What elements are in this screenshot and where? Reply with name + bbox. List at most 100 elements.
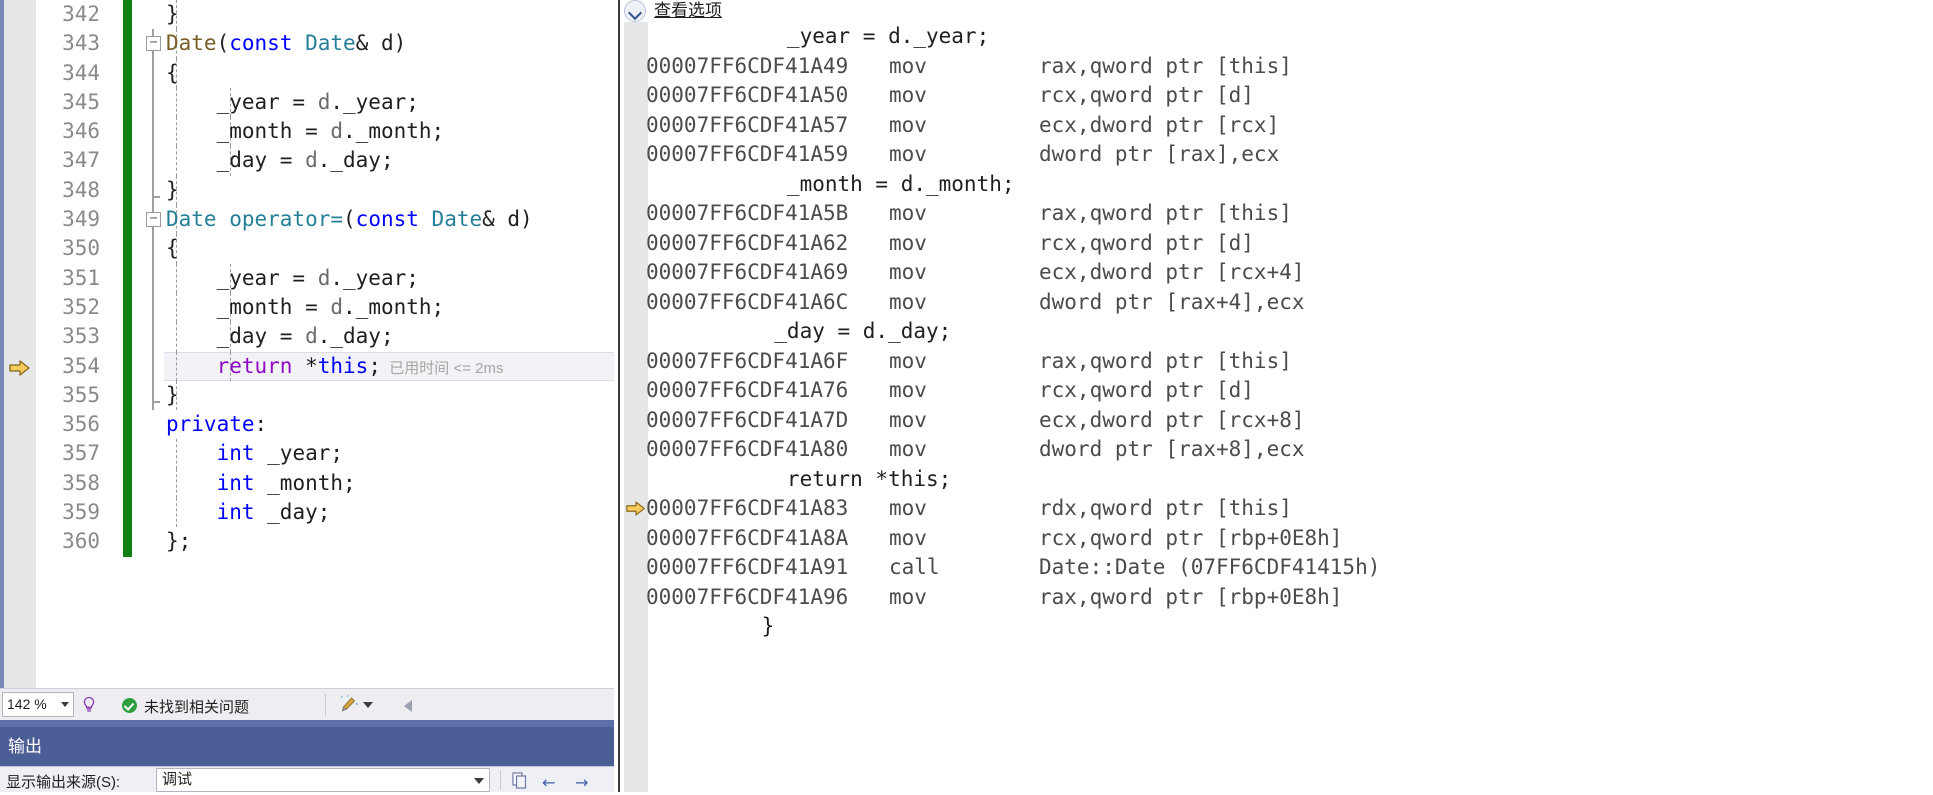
code-text: Date operator=(const Date& d) (166, 207, 533, 232)
splitter-line (618, 0, 620, 792)
code-line[interactable]: 353 _day = d._day; (0, 322, 614, 352)
line-number: 357 (62, 441, 100, 466)
code-line[interactable]: 357 int _year; (0, 439, 614, 469)
output-source-combo[interactable]: 调试 (156, 768, 490, 792)
code-line[interactable]: 352 _month = d._month; (0, 292, 614, 323)
vertical-splitter[interactable] (614, 0, 624, 792)
disassembly-instruction-row[interactable]: 00007FF6CDF41A69 mov ecx,dword ptr [rcx+4] (624, 258, 1933, 288)
output-panel-toolbar[interactable]: 显示输出来源(S): 调试 ← → (0, 766, 614, 792)
instruction-address: 00007FF6CDF41A69 (646, 260, 849, 284)
disassembly-instruction-row[interactable]: 00007FF6CDF41A62 mov rcx,qword ptr [d] (624, 229, 1933, 259)
outlining-collapse-icon[interactable]: − (146, 212, 161, 228)
disassembly-instruction-row[interactable]: 00007FF6CDF41A80 mov dword ptr [rax+8],ecx (624, 435, 1933, 465)
code-line[interactable]: 350 { (0, 234, 614, 264)
code-line[interactable]: 356 private: (0, 410, 614, 440)
disassembly-instruction-row[interactable]: 00007FF6CDF41A7D mov ecx,dword ptr [rcx+8] (624, 406, 1933, 436)
code-line[interactable]: 360}; (0, 527, 614, 557)
instruction-address: 00007FF6CDF41A6F (646, 348, 849, 373)
chevron-left-icon[interactable] (404, 700, 412, 712)
instruction-address: 00007FF6CDF41A6C (646, 289, 849, 314)
disassembly-instruction-row[interactable]: 00007FF6CDF41A91 call Date::Date (07FF6CDF… (624, 553, 1933, 583)
change-indicator-bar (123, 498, 132, 528)
disassembly-instruction-row[interactable]: 00007FF6CDF41A83 mov rdx,qword ptr [this] (624, 494, 1933, 524)
code-text: } (166, 2, 179, 26)
code-text: _day = d._day; (166, 148, 394, 173)
code-line[interactable]: 343 − Date(const Date& d) (0, 29, 614, 59)
disassembly-instruction-row[interactable]: 00007FF6CDF41A76 mov rcx,qword ptr [d] (624, 376, 1933, 406)
outlining-rail (152, 322, 154, 352)
line-number: 350 (62, 236, 100, 261)
zoom-level-combo[interactable]: 142 % (2, 692, 74, 717)
disassembly-source-line[interactable]: _month = d._month; (624, 170, 1933, 200)
chevron-down-circle-icon[interactable] (624, 0, 646, 22)
code-line[interactable]: 351 _year = d._year; (0, 263, 614, 293)
code-cleanup-broom-icon[interactable] (338, 695, 360, 715)
copy-icon[interactable] (510, 771, 529, 790)
code-line[interactable]: 346 _month = d._month; (0, 117, 614, 147)
output-panel-title: 输出 (8, 737, 42, 756)
back-arrow-icon[interactable]: ← (542, 773, 555, 792)
disassembly-source-text: _day = d._day; (749, 319, 952, 343)
line-number: 344 (62, 60, 100, 85)
disassembly-instruction-row[interactable]: 00007FF6CDF41A8A mov rcx,qword ptr [rbp+0E… (624, 524, 1933, 554)
code-lines-container[interactable]: 342} 343− Date(const Date& d) 344{345 _year… (0, 0, 614, 688)
instruction-operands: rax,qword ptr [this] (1039, 348, 1292, 373)
line-number: 359 (62, 500, 100, 525)
view-options-link[interactable]: 查看选项 (654, 0, 722, 22)
disassembly-instruction-row[interactable]: 00007FF6CDF41A57 mov ecx,dword ptr [rcx] (624, 111, 1933, 141)
instruction-mnemonic: call (889, 555, 940, 579)
disassembly-instruction-row[interactable]: 00007FF6CDF41A6C mov dword ptr [rax+4],ecx (624, 288, 1933, 318)
outlining-rail (152, 175, 154, 206)
instruction-mnemonic: mov (889, 201, 927, 225)
disassembly-header: 查看选项 (624, 0, 1933, 22)
disassembly-rows-container[interactable]: _year = d._year; 00007FF6CDF41A49 mov rax,q… (624, 22, 1933, 792)
disassembly-source-line[interactable]: return *this; (624, 465, 1933, 495)
outlining-collapse-icon[interactable]: − (146, 36, 161, 52)
code-line[interactable]: 359 int _day; (0, 498, 614, 528)
instruction-address: 00007FF6CDF41A83 (646, 496, 849, 520)
code-line[interactable]: 344 { (0, 58, 614, 88)
instruction-operands: rax,qword ptr [rbp+0E8h] (1039, 584, 1343, 609)
code-editor-pane[interactable]: 342} 343− Date(const Date& d) 344{345 _year… (0, 0, 614, 792)
disassembly-instruction-row[interactable]: 00007FF6CDF41A49 mov rax,qword ptr [this] (624, 52, 1933, 82)
instruction-operands: rcx,qword ptr [d] (1039, 230, 1254, 255)
code-line[interactable]: 349 − Date operator=(const Date& d) (0, 205, 614, 235)
disassembly-source-line[interactable]: } (624, 612, 1933, 642)
disassembly-instruction-row[interactable]: 00007FF6CDF41A5B mov rax,qword ptr [this] (624, 199, 1933, 229)
outlining-rail (152, 263, 154, 293)
instruction-operands: rax,qword ptr [this] (1039, 201, 1292, 225)
line-number: 342 (62, 2, 100, 26)
code-line[interactable]: 348} (0, 175, 614, 206)
instruction-operands: ecx,dword ptr [rcx+4] (1039, 260, 1305, 284)
disassembly-source-line[interactable]: _day = d._day; (624, 317, 1933, 347)
chevron-down-icon[interactable] (474, 778, 484, 784)
change-indicator-bar (123, 234, 132, 264)
instruction-address: 00007FF6CDF41A49 (646, 53, 849, 78)
instruction-address: 00007FF6CDF41A80 (646, 437, 849, 461)
disassembly-instruction-row[interactable]: 00007FF6CDF41A50 mov rcx,qword ptr [d] (624, 81, 1933, 111)
disassembly-pane[interactable]: 查看选项 _year = d._year; 00007FF6CDF41A49 mov… (624, 0, 1933, 792)
forward-arrow-icon[interactable]: → (575, 773, 588, 792)
line-number: 349 (62, 207, 100, 232)
disassembly-instruction-row[interactable]: 00007FF6CDF41A6F mov rax,qword ptr [this] (624, 347, 1933, 377)
code-line[interactable]: 358 int _month; (0, 468, 614, 499)
instruction-address: 00007FF6CDF41A5B (646, 201, 849, 225)
chevron-down-icon[interactable] (363, 702, 373, 708)
code-line[interactable]: 354 return *this; 已用时间 <= 2ms (0, 351, 614, 381)
code-text: return *this; 已用时间 <= 2ms (216, 353, 504, 378)
change-indicator-bar (123, 380, 132, 411)
zoom-level-value: 142 % (7, 696, 47, 712)
instruction-mnemonic: mov (889, 348, 927, 373)
code-line[interactable]: 342} (0, 0, 614, 30)
disassembly-instruction-row[interactable]: 00007FF6CDF41A96 mov rax,qword ptr [rbp+0E… (624, 583, 1933, 613)
lightbulb-icon[interactable] (79, 695, 99, 715)
disassembly-instruction-row[interactable]: 00007FF6CDF41A59 mov dword ptr [rax],ecx (624, 140, 1933, 170)
instruction-mnemonic: mov (889, 437, 927, 461)
code-line[interactable]: 355} (0, 380, 614, 411)
outlining-rail (152, 351, 154, 381)
code-line[interactable]: 347 _day = d._day; (0, 146, 614, 176)
chevron-down-icon[interactable] (61, 702, 69, 707)
code-line[interactable]: 345 _year = d._year; (0, 87, 614, 118)
output-source-value: 调试 (162, 771, 193, 788)
disassembly-source-line[interactable]: _year = d._year; (624, 22, 1933, 52)
